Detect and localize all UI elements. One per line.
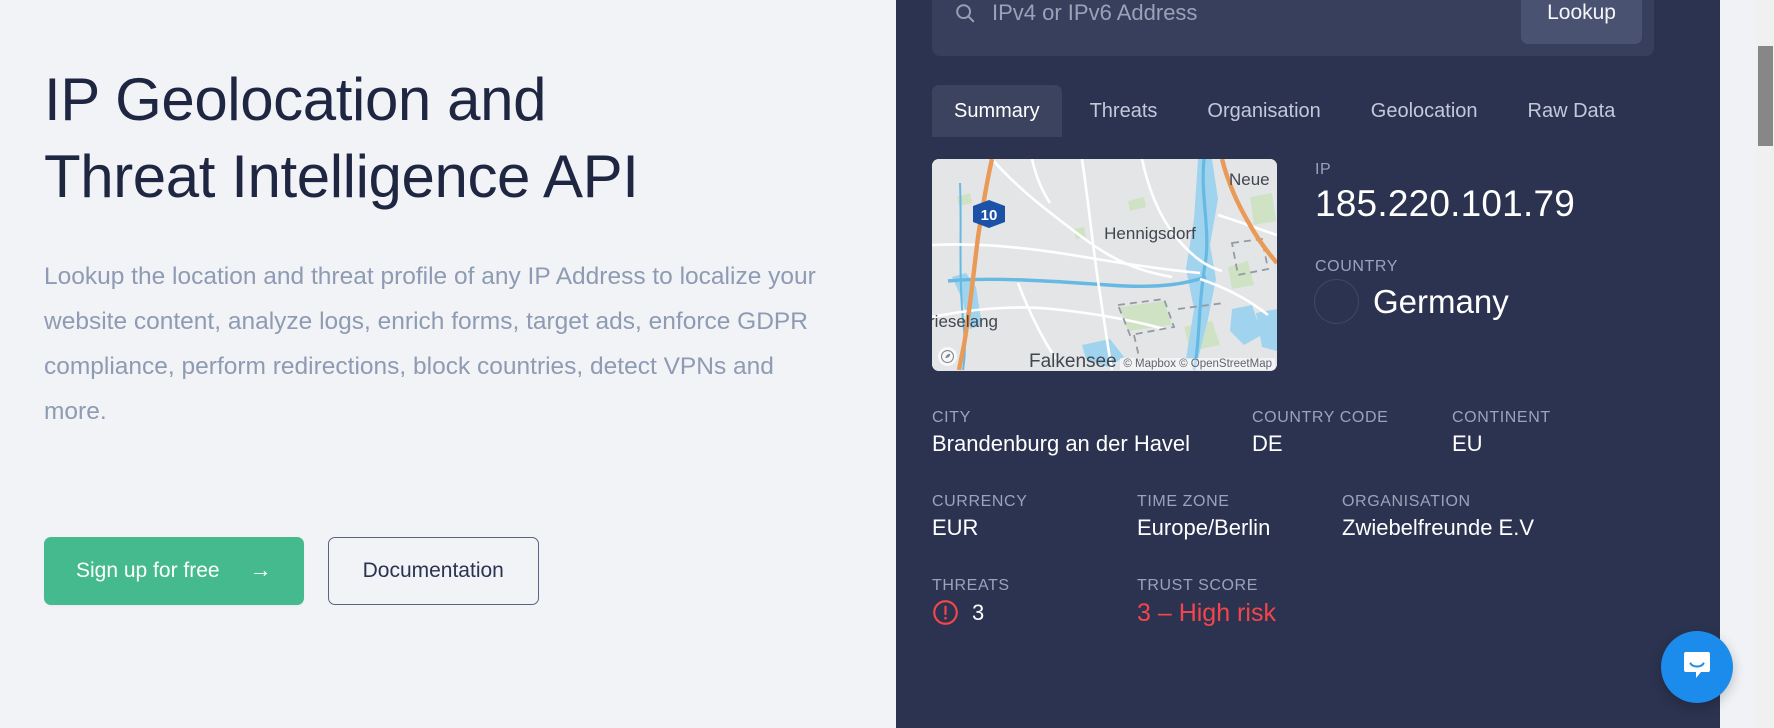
country-value: Germany: [1373, 282, 1509, 320]
arrow-right-icon: →: [249, 557, 272, 582]
svg-text:Neue: Neue: [1229, 170, 1270, 189]
documentation-button-label: Documentation: [362, 559, 504, 582]
ip-summary-block: IP 185.220.101.79 COUNTRY Germany: [1277, 159, 1575, 323]
tab-raw-data[interactable]: Raw Data: [1506, 85, 1638, 137]
hero-section: IP Geolocation and Threat Intelligence A…: [0, 0, 896, 728]
summary-top-row: 10 Neue Hennigsdorf rieselang Falkensee …: [932, 159, 1654, 371]
country-row: Germany: [1315, 280, 1575, 323]
germany-flag-icon: [1315, 280, 1358, 323]
tab-threats[interactable]: Threats: [1068, 85, 1180, 137]
time-zone-label: TIME ZONE: [1137, 493, 1230, 510]
field-threats: THREATS 3: [932, 577, 1137, 628]
field-time-zone: TIME ZONE Europe/Berlin: [1137, 493, 1342, 541]
alert-circle-icon: [932, 599, 959, 626]
svg-text:rieselang: rieselang: [932, 312, 998, 331]
country-code-value: DE: [1252, 431, 1283, 456]
detail-row-risk: THREATS 3 TRUST SCORE 3 – High risk: [932, 577, 1654, 628]
svg-text:Falkensee: Falkensee: [1029, 351, 1117, 371]
ip-label: IP: [1315, 161, 1332, 178]
country-code-label: COUNTRY CODE: [1252, 409, 1389, 426]
field-organisation: ORGANISATION Zwiebelfreunde E.V: [1342, 493, 1642, 541]
threats-label: THREATS: [932, 577, 1010, 594]
continent-label: CONTINENT: [1452, 409, 1551, 426]
field-trust-score: TRUST SCORE 3 – High risk: [1137, 577, 1437, 628]
field-continent: CONTINENT EU: [1452, 409, 1652, 457]
search-icon: [954, 2, 976, 24]
currency-value: EUR: [932, 515, 979, 540]
signup-button[interactable]: Sign up for free →: [44, 537, 304, 605]
vertical-scrollbar[interactable]: [1756, 0, 1774, 728]
mapbox-logo-icon: [938, 347, 957, 366]
trust-score-label: TRUST SCORE: [1137, 577, 1258, 594]
signup-button-label: Sign up for free: [76, 559, 220, 582]
tab-organisation[interactable]: Organisation: [1185, 85, 1342, 137]
time-zone-value: Europe/Berlin: [1137, 515, 1271, 540]
organisation-value: Zwiebelfreunde E.V: [1342, 515, 1534, 540]
lookup-panel: Lookup Summary Threats Organisation Geol…: [896, 0, 1720, 728]
threats-value: 3: [972, 599, 985, 625]
tab-bar: Summary Threats Organisation Geolocation…: [932, 85, 1654, 137]
location-map[interactable]: 10 Neue Hennigsdorf rieselang Falkensee …: [932, 159, 1277, 371]
field-city: CITY Brandenburg an der Havel: [932, 409, 1252, 457]
lookup-panel-inner: Lookup Summary Threats Organisation Geol…: [932, 0, 1654, 628]
search-bar: Lookup: [932, 0, 1654, 56]
threats-value-group: 3: [932, 599, 1137, 626]
scrollbar-thumb[interactable]: [1758, 46, 1773, 146]
right-gutter: [1720, 0, 1774, 728]
tab-geolocation[interactable]: Geolocation: [1349, 85, 1500, 137]
chat-launcher-button[interactable]: [1661, 631, 1733, 703]
lookup-button[interactable]: Lookup: [1521, 0, 1642, 44]
intercom-chat-icon: [1679, 647, 1715, 688]
page-title: IP Geolocation and Threat Intelligence A…: [44, 66, 639, 210]
tab-summary[interactable]: Summary: [932, 85, 1062, 137]
search-input[interactable]: [992, 0, 1522, 26]
trust-score-value: 3 – High risk: [1137, 599, 1276, 627]
hero-copy: IP Geolocation and Threat Intelligence A…: [44, 62, 864, 434]
documentation-button[interactable]: Documentation: [327, 537, 539, 605]
continent-value: EU: [1452, 431, 1483, 456]
map-attribution: © Mapbox © OpenStreetMap: [1120, 358, 1275, 370]
organisation-label: ORGANISATION: [1342, 493, 1471, 510]
svg-text:Hennigsdorf: Hennigsdorf: [1104, 224, 1196, 243]
summary-panel: 10 Neue Hennigsdorf rieselang Falkensee …: [932, 159, 1654, 628]
field-country-code: COUNTRY CODE DE: [1252, 409, 1452, 457]
city-value: Brandenburg an der Havel: [932, 431, 1191, 456]
hero-cta-group: Sign up for free → Documentation: [44, 537, 539, 605]
detail-row-org: CURRENCY EUR TIME ZONE Europe/Berlin ORG…: [932, 493, 1654, 541]
svg-text:10: 10: [981, 207, 998, 224]
city-label: CITY: [932, 409, 971, 426]
ip-value: 185.220.101.79: [1315, 183, 1575, 224]
hero-subtitle: Lookup the location and threat profile o…: [44, 262, 816, 425]
field-currency: CURRENCY EUR: [932, 493, 1137, 541]
page-root: IP Geolocation and Threat Intelligence A…: [0, 0, 1774, 728]
currency-label: CURRENCY: [932, 493, 1028, 510]
detail-row-location: CITY Brandenburg an der Havel COUNTRY CO…: [932, 409, 1654, 457]
country-label: COUNTRY: [1315, 258, 1399, 275]
